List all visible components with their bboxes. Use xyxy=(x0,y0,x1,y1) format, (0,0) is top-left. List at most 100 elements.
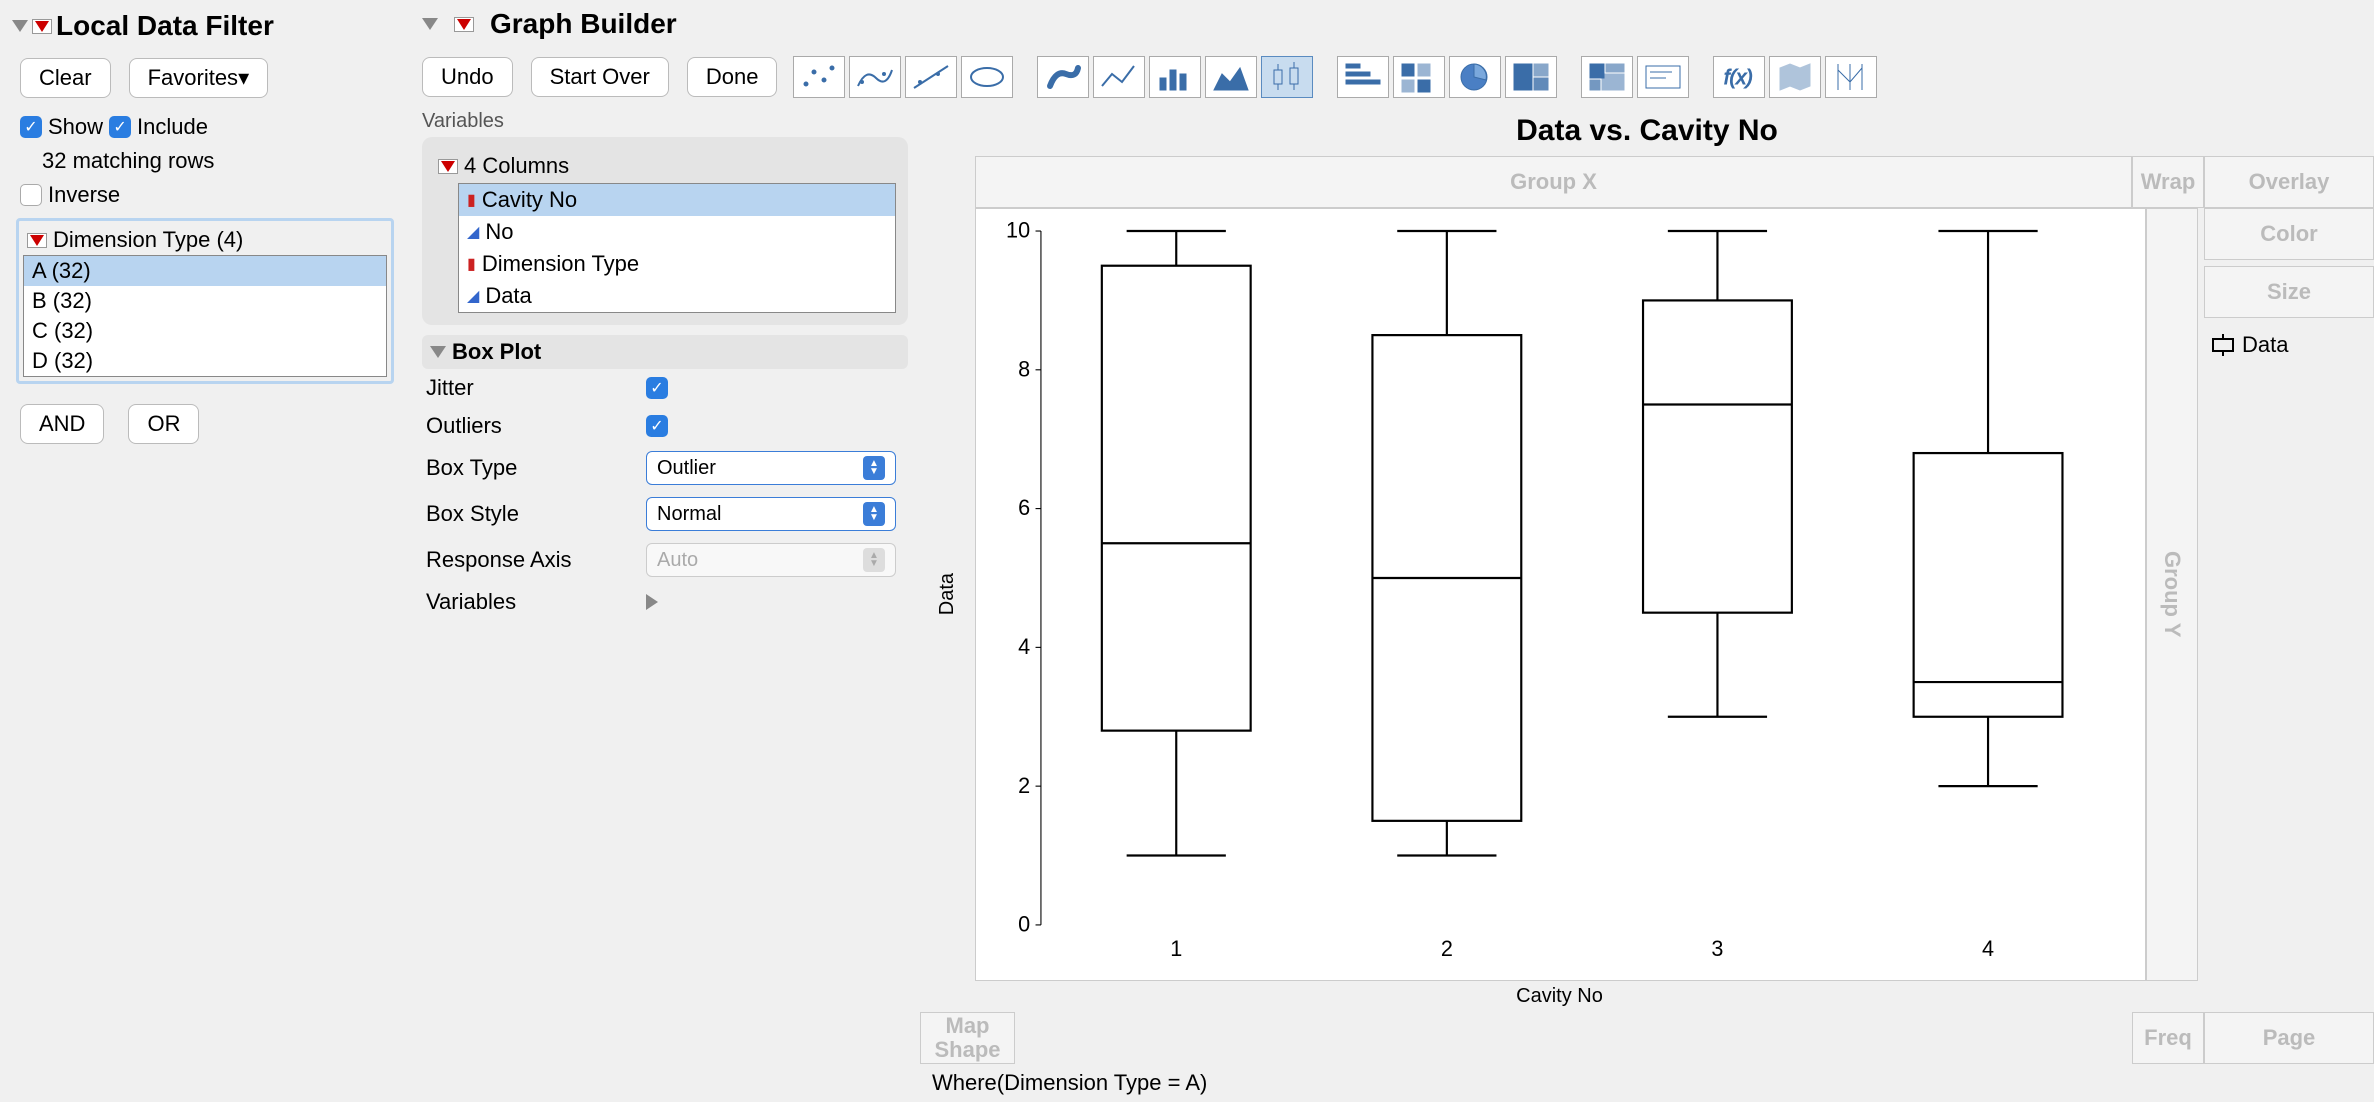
outliers-label: Outliers xyxy=(426,413,646,439)
boxplot-legend-icon xyxy=(2212,338,2234,352)
wrap-zone[interactable]: Wrap xyxy=(2132,156,2204,208)
include-checkbox[interactable]: ✓ xyxy=(109,116,131,138)
svg-text:2: 2 xyxy=(1018,773,1030,798)
columns-label: 4 Columns xyxy=(464,153,569,179)
disclosure-icon[interactable] xyxy=(430,346,446,358)
and-button[interactable]: AND xyxy=(20,404,104,444)
col-cavity-no[interactable]: ▮Cavity No xyxy=(459,184,895,216)
x-axis-label: Cavity No xyxy=(975,981,2144,1012)
svg-text:1: 1 xyxy=(1170,936,1182,961)
area-icon[interactable] xyxy=(1205,56,1257,98)
page-zone[interactable]: Page xyxy=(2204,1012,2374,1064)
filter-item-d[interactable]: D (32) xyxy=(24,346,386,376)
include-label: Include xyxy=(137,114,208,140)
mosaic-icon[interactable] xyxy=(1581,56,1633,98)
filter-title: Local Data Filter xyxy=(56,10,274,42)
fit-icon[interactable] xyxy=(905,56,957,98)
map-shape-zone[interactable]: Map Shape xyxy=(920,1012,1015,1064)
contour-icon[interactable] xyxy=(1037,56,1089,98)
outliers-checkbox[interactable]: ✓ xyxy=(646,415,668,437)
treemap-icon[interactable] xyxy=(1505,56,1557,98)
chart-plot-area[interactable]: 02468101234 xyxy=(975,208,2146,981)
group-x-zone[interactable]: Group X xyxy=(975,156,2132,208)
dimension-filter-box: Dimension Type (4) A (32) B (32) C (32) … xyxy=(16,218,394,384)
box-style-label: Box Style xyxy=(426,501,646,527)
jitter-checkbox[interactable]: ✓ xyxy=(646,377,668,399)
red-disclosure-icon[interactable] xyxy=(27,233,47,248)
svg-text:6: 6 xyxy=(1018,495,1030,520)
gb-title: Graph Builder xyxy=(490,8,677,40)
box-type-label: Box Type xyxy=(426,455,646,481)
col-data[interactable]: ◢Data xyxy=(459,280,895,312)
svg-text:4: 4 xyxy=(1982,936,1994,961)
svg-text:10: 10 xyxy=(1006,217,1030,242)
ellipse-icon[interactable] xyxy=(961,56,1013,98)
col-dimension-type[interactable]: ▮Dimension Type xyxy=(459,248,895,280)
nominal-icon: ▮ xyxy=(467,254,476,274)
line-icon[interactable] xyxy=(1093,56,1145,98)
y-axis-label: Data xyxy=(936,573,959,615)
filter-item-c[interactable]: C (32) xyxy=(24,316,386,346)
continuous-icon: ◢ xyxy=(467,286,479,306)
red-disclosure-icon[interactable] xyxy=(438,159,458,174)
expand-icon[interactable] xyxy=(646,594,658,610)
or-button[interactable]: OR xyxy=(128,404,199,444)
size-zone[interactable]: Size xyxy=(2204,266,2374,318)
inverse-checkbox[interactable]: ✓ xyxy=(20,184,42,206)
svg-text:3: 3 xyxy=(1711,936,1723,961)
jitter-label: Jitter xyxy=(426,375,646,401)
box-style-select[interactable]: Normal▲▼ xyxy=(646,497,896,531)
response-axis-label: Response Axis xyxy=(426,547,646,573)
group-y-zone[interactable]: Group Y xyxy=(2146,208,2198,981)
undo-button[interactable]: Undo xyxy=(422,57,513,97)
nominal-icon: ▮ xyxy=(467,190,476,210)
done-button[interactable]: Done xyxy=(687,57,778,97)
show-label: Show xyxy=(48,114,103,140)
start-over-button[interactable]: Start Over xyxy=(531,57,669,97)
formula-icon[interactable]: f(x) xyxy=(1713,56,1765,98)
parallel-icon[interactable] xyxy=(1825,56,1877,98)
matching-rows-label: 32 matching rows xyxy=(42,148,214,174)
variables-label: Variables xyxy=(422,106,908,137)
heatmap-icon[interactable] xyxy=(1393,56,1445,98)
map-icon[interactable] xyxy=(1769,56,1821,98)
pie-icon[interactable] xyxy=(1449,56,1501,98)
freq-zone[interactable]: Freq xyxy=(2132,1012,2204,1064)
filter-item-b[interactable]: B (32) xyxy=(24,286,386,316)
red-disclosure-icon[interactable] xyxy=(454,17,474,32)
disclosure-icon[interactable] xyxy=(12,20,28,32)
smoother-icon[interactable] xyxy=(849,56,901,98)
graph-builder-panel: Graph Builder Undo Start Over Done f(x) … xyxy=(410,0,2374,1102)
boxplot-icon[interactable] xyxy=(1261,56,1313,98)
histogram-icon[interactable] xyxy=(1337,56,1389,98)
local-data-filter-panel: Local Data Filter Clear Favorites▾ ✓ Sho… xyxy=(0,0,410,1102)
boxplot-title: Box Plot xyxy=(452,339,541,365)
dimension-type-label: Dimension Type (4) xyxy=(53,227,243,253)
color-zone[interactable]: Color xyxy=(2204,208,2374,260)
chart-title: Data vs. Cavity No xyxy=(920,106,2374,156)
where-clause: Where(Dimension Type = A) xyxy=(920,1064,2374,1102)
favorites-button[interactable]: Favorites▾ xyxy=(129,58,269,98)
box-type-select[interactable]: Outlier▲▼ xyxy=(646,451,896,485)
continuous-icon: ◢ xyxy=(467,222,479,242)
red-disclosure-icon[interactable] xyxy=(32,19,52,34)
columns-box: 4 Columns ▮Cavity No ◢No ▮Dimension Type… xyxy=(422,137,908,325)
col-no[interactable]: ◢No xyxy=(459,216,895,248)
variables-prop-label: Variables xyxy=(426,589,646,615)
filter-item-a[interactable]: A (32) xyxy=(24,256,386,286)
svg-text:f(x): f(x) xyxy=(1724,67,1753,89)
svg-text:8: 8 xyxy=(1018,356,1030,381)
clear-button[interactable]: Clear xyxy=(20,58,111,98)
disclosure-icon[interactable] xyxy=(422,18,438,30)
caption-icon[interactable] xyxy=(1637,56,1689,98)
svg-text:2: 2 xyxy=(1441,936,1453,961)
dimension-list[interactable]: A (32) B (32) C (32) D (32) xyxy=(23,255,387,377)
svg-text:4: 4 xyxy=(1018,634,1030,659)
show-checkbox[interactable]: ✓ xyxy=(20,116,42,138)
overlay-zone[interactable]: Overlay xyxy=(2204,156,2374,208)
inverse-label: Inverse xyxy=(48,182,120,208)
scatter-icon[interactable] xyxy=(793,56,845,98)
svg-text:0: 0 xyxy=(1018,911,1030,936)
columns-list[interactable]: ▮Cavity No ◢No ▮Dimension Type ◢Data xyxy=(458,183,896,313)
bar-icon[interactable] xyxy=(1149,56,1201,98)
